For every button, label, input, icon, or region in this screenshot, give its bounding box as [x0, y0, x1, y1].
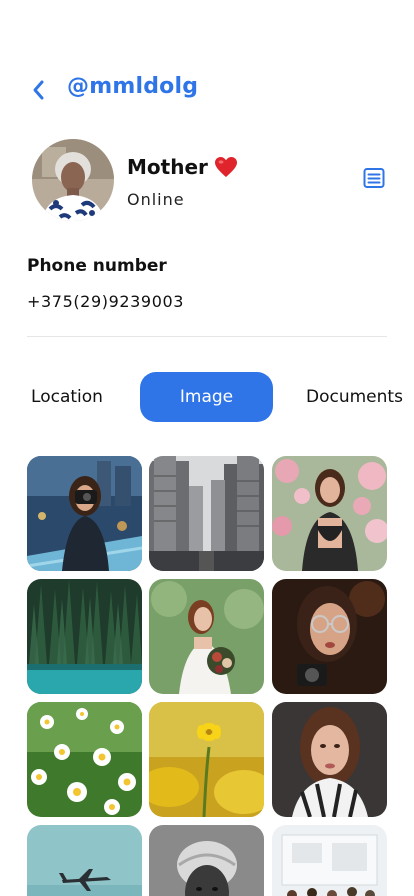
- divider: [27, 336, 387, 337]
- gallery-image-photographer-city[interactable]: [27, 456, 142, 571]
- tab-location[interactable]: Location: [22, 372, 112, 422]
- tab-documents[interactable]: Documents: [300, 372, 414, 422]
- contact-name-row: Mother: [127, 155, 238, 179]
- gallery-image-airplane-sky[interactable]: [27, 825, 142, 896]
- heart-icon: [214, 157, 237, 177]
- tab-image[interactable]: Image: [140, 372, 273, 422]
- gallery-image-forest-lake[interactable]: [27, 579, 142, 694]
- contact-name: Mother: [127, 155, 208, 179]
- chevron-left-icon: [33, 80, 44, 100]
- gallery-image-woman-flowers[interactable]: [272, 456, 387, 571]
- online-status: Online: [127, 190, 185, 209]
- profile-card: Mother Online: [0, 139, 414, 221]
- top-bar: @mmldolg: [0, 72, 414, 108]
- gallery-image-woman-glasses[interactable]: [272, 579, 387, 694]
- phone-label: Phone number: [27, 256, 167, 276]
- username-title: @mmldolg: [67, 74, 199, 99]
- gallery-image-skyscrapers[interactable]: [149, 456, 264, 571]
- gallery-image-man-headscarf[interactable]: [149, 825, 264, 896]
- gallery-image-woman-portrait[interactable]: [272, 702, 387, 817]
- gallery-image-daisies[interactable]: [27, 702, 142, 817]
- gallery-image-yellow-flowers[interactable]: [149, 702, 264, 817]
- phone-value[interactable]: +375(29)9239003: [27, 292, 184, 311]
- media-tabs: Location Image Documents: [0, 372, 414, 422]
- details-menu-button[interactable]: [362, 166, 386, 190]
- list-icon: [363, 168, 385, 188]
- gallery-image-bride-bouquet[interactable]: [149, 579, 264, 694]
- back-button[interactable]: [26, 78, 50, 102]
- gallery-image-office-meeting[interactable]: [272, 825, 387, 896]
- avatar[interactable]: [32, 139, 114, 221]
